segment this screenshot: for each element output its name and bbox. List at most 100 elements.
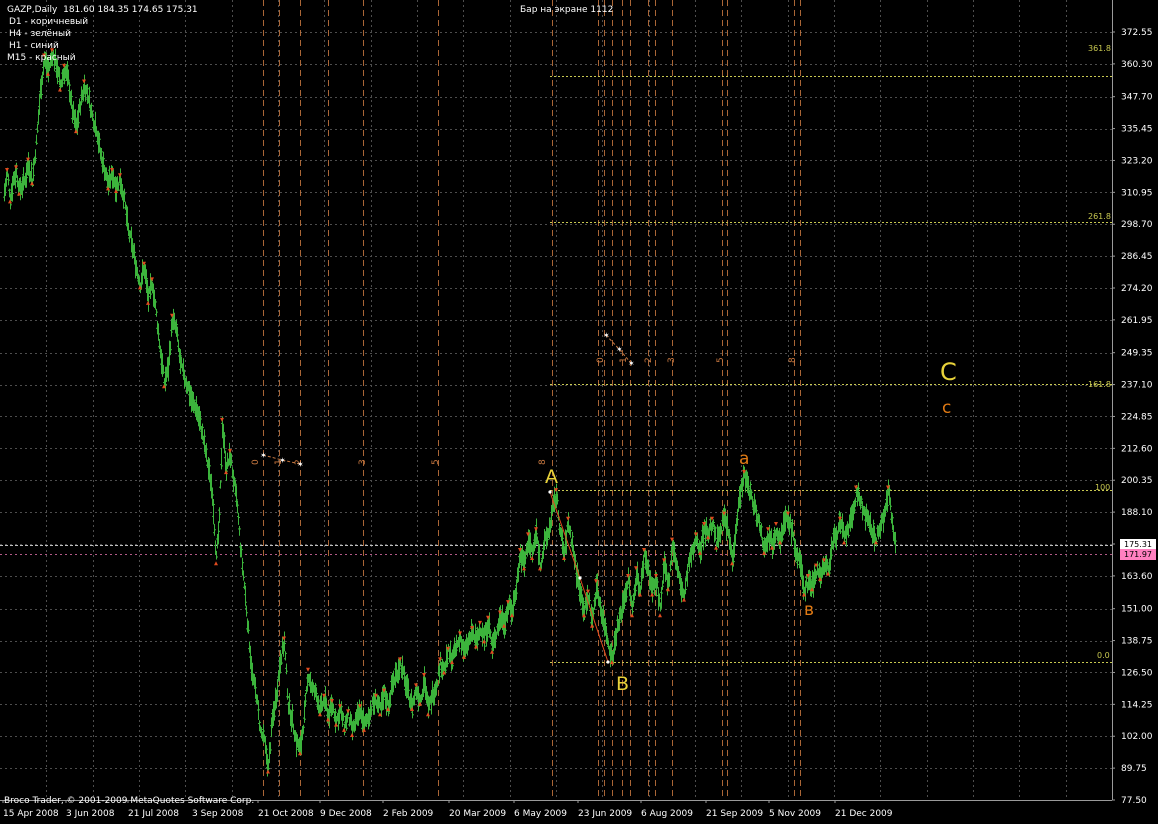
- price-chart: 0 1 2 3 5 80 1 2 3 5 8✶✶ ✶✶✶✶ 372.55360.30347.70335…: [0, 0, 1153, 819]
- fractal-down-marker: [426, 712, 430, 717]
- y-tick-label: 249.35: [1121, 349, 1153, 359]
- y-tick-label: 323.20: [1121, 156, 1153, 166]
- fractal-up-marker: [5, 167, 9, 172]
- x-tick-label: 21 Sep 2009: [706, 809, 763, 819]
- fractal-down-marker: [682, 597, 686, 602]
- x-tick-label: 21 Oct 2008: [258, 809, 314, 819]
- y-tick-label: 286.45: [1121, 252, 1153, 262]
- y-tick-label: 102.00: [1121, 732, 1153, 742]
- cycle-number: 3: [667, 357, 677, 363]
- fib-label-100: 100: [1095, 483, 1111, 492]
- fractal-down-marker: [562, 556, 566, 561]
- cycle-start-marker: ✶: [297, 460, 304, 469]
- fractal-down-marker: [266, 769, 270, 774]
- x-tick-label: 3 Sep 2008: [192, 809, 244, 819]
- y-tick-label: 274.20: [1121, 284, 1153, 294]
- fractal-up-marker: [220, 417, 224, 422]
- legend-m15: M15 - красный: [7, 53, 76, 63]
- y-tick-label: 188.10: [1121, 508, 1153, 518]
- time-cycle-lines: 0 1 2 3 5 80 1 2 3 5 8✶✶ ✶✶✶✶: [251, 0, 801, 800]
- ohlc-header: GAZP,Daily 181.60 184.35 174.65 175.31: [7, 5, 198, 15]
- y-tick-label: 200.35: [1121, 476, 1153, 486]
- price-bars: [3, 48, 897, 777]
- wave-point: [548, 490, 552, 494]
- cycle-number: 8: [538, 459, 548, 465]
- cycle-start-marker: ✶: [616, 345, 623, 354]
- cycle-start-marker: ✶: [628, 359, 635, 368]
- fractal-up-marker: [228, 449, 232, 454]
- y-axis: 372.55 360.30 347.70 335.45 323.20 310.95 298.…: [1112, 28, 1153, 806]
- fractal-up-marker: [478, 620, 482, 625]
- cycle-start-marker: ✶: [603, 331, 610, 340]
- wave-label-c: c: [942, 398, 952, 418]
- wave-label-C: C: [940, 358, 957, 386]
- fib-label-0: 0.0: [1097, 651, 1110, 660]
- y-tick-label: 360.30: [1121, 60, 1153, 70]
- y-tick-label: 224.85: [1121, 412, 1153, 422]
- fib-label-3618: 361.8: [1088, 44, 1111, 53]
- y-tick-label: 335.45: [1121, 125, 1153, 135]
- y-tick-label: 89.75: [1121, 764, 1147, 774]
- y-tick-label: 138.75: [1121, 637, 1153, 647]
- wave-point: [606, 660, 610, 664]
- x-tick-label: 21 Jul 2008: [128, 809, 179, 819]
- fractal-down-marker: [350, 733, 354, 738]
- wave-label-v: в: [804, 600, 815, 620]
- fractal-up-marker: [118, 173, 122, 178]
- x-tick-label: 23 Jun 2009: [578, 809, 632, 819]
- fractal-down-marker: [658, 613, 662, 618]
- fractal-up-marker: [82, 79, 86, 84]
- legend-d1: D1 - коричневый: [9, 17, 89, 27]
- fractal-down-marker: [334, 722, 338, 727]
- x-tick-label: 5 Nov 2009: [769, 809, 821, 819]
- fractal-down-marker: [214, 561, 218, 566]
- fib-label-2618: 261.8: [1088, 212, 1111, 221]
- bars-on-screen: Бар на экране 1112: [520, 5, 614, 15]
- cycle-start-marker: ✶: [260, 451, 267, 460]
- x-tick-label: 21 Dec 2009: [835, 809, 893, 819]
- cycle-number: 0: [596, 357, 606, 363]
- fractal-up-marker: [774, 521, 778, 526]
- fractal-down-marker: [146, 300, 150, 305]
- x-tick-label: 9 Dec 2008: [320, 809, 372, 819]
- wave-label-a: a: [739, 449, 750, 469]
- cycle-number: 5: [431, 459, 441, 465]
- fractal-down-marker: [58, 87, 62, 92]
- cycle-start-marker: ✶: [279, 456, 286, 465]
- cycle-number: 8: [788, 357, 798, 363]
- y-tick-label: 347.70: [1121, 93, 1153, 103]
- wave-point: [578, 576, 582, 580]
- x-tick-label: 2 Feb 2009: [383, 809, 434, 819]
- y-tick-label: 261.95: [1121, 316, 1153, 326]
- cycle-number: 5: [716, 357, 726, 363]
- y-tick-label: 163.60: [1121, 572, 1153, 582]
- y-tick-label: 298.70: [1121, 220, 1153, 230]
- legend-h1: H1 - синий: [9, 41, 59, 51]
- legend-h4: H4 - зелёный: [9, 29, 71, 39]
- x-tick-label: 15 Apr 2008: [3, 809, 59, 819]
- y-tick-label: 114.25: [1121, 700, 1153, 710]
- fractal-up-marker: [306, 667, 310, 672]
- fractal-up-marker: [458, 631, 462, 636]
- fractal-up-marker: [534, 527, 538, 532]
- x-tick-label: 6 May 2009: [514, 809, 567, 819]
- x-tick-label: 6 Aug 2009: [641, 809, 693, 819]
- wave-label-A: A: [545, 466, 558, 488]
- fib-label-1618: 161.8: [1088, 380, 1111, 389]
- symbol-label: GAZP,Daily: [7, 5, 58, 15]
- watermark: Broco Trader, © 2001-2009 MetaQuotes Sof…: [4, 796, 255, 806]
- fractal-down-marker: [342, 727, 346, 732]
- cycle-number: 2: [644, 357, 654, 363]
- secondary-price-box: 171.97: [1120, 549, 1156, 560]
- fractal-up-marker: [422, 672, 426, 677]
- y-tick-label: 126.50: [1121, 668, 1153, 678]
- y-tick-label: 77.50: [1121, 796, 1147, 806]
- wave-label-B: B: [616, 673, 630, 695]
- y-tick-label: 372.55: [1121, 28, 1153, 38]
- cycle-number: 3: [358, 459, 368, 465]
- y-tick-label: 310.95: [1121, 188, 1153, 198]
- fractal-up-marker: [346, 709, 350, 714]
- fractal-down-marker: [30, 181, 34, 186]
- y-tick-label: 237.10: [1121, 381, 1153, 391]
- fractal-up-marker: [566, 516, 570, 521]
